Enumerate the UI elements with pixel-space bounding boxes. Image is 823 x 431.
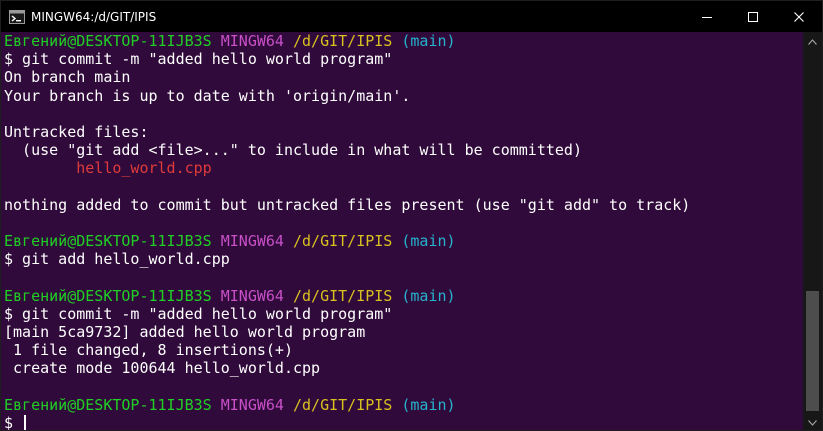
prompt-line: Евгений@DESKTOP-11IJB3S MINGW64 /d/GIT/I… bbox=[2, 287, 803, 305]
scroll-down-button[interactable] bbox=[803, 413, 822, 430]
output-line: 1 file changed, 8 insertions(+) bbox=[4, 341, 293, 360]
prompt-path: /d/GIT/IPIS bbox=[293, 232, 393, 251]
prompt-path: /d/GIT/IPIS bbox=[293, 286, 393, 305]
prompt-line: Евгений@DESKTOP-11IJB3S MINGW64 /d/GIT/I… bbox=[2, 396, 803, 414]
maximize-button[interactable] bbox=[730, 1, 776, 32]
prompt-mingw: MINGW64 bbox=[220, 232, 284, 251]
output-line: $ git commit -m "added hello world progr… bbox=[4, 50, 393, 69]
mingw-app-icon[interactable] bbox=[9, 9, 25, 25]
output-line: $ git commit -m "added hello world progr… bbox=[4, 304, 393, 323]
window-title: MINGW64:/d/GIT/IPIS bbox=[31, 10, 157, 24]
prompt-branch: (main) bbox=[401, 32, 456, 50]
output-line: (use "git add <file>..." to include in w… bbox=[4, 141, 582, 160]
output-line: nothing added to commit but untracked fi… bbox=[4, 195, 691, 214]
prompt-path: /d/GIT/IPIS bbox=[293, 32, 393, 50]
output-line: On branch main bbox=[4, 68, 131, 87]
terminal-window: MINGW64:/d/GIT/IPIS Евгений@DESKTOP-11IJ… bbox=[0, 0, 823, 431]
prompt-symbol: $ bbox=[4, 413, 23, 430]
prompt-branch: (main) bbox=[401, 232, 456, 251]
prompt-path: /d/GIT/IPIS bbox=[293, 395, 393, 414]
minimize-button[interactable] bbox=[684, 1, 730, 32]
terminal-output[interactable]: Евгений@DESKTOP-11IJB3S MINGW64 /d/GIT/I… bbox=[2, 32, 803, 430]
prompt-branch: (main) bbox=[401, 286, 456, 305]
prompt-user-host: Евгений@DESKTOP-11IJB3S bbox=[4, 232, 212, 251]
chevron-down-icon bbox=[808, 413, 817, 431]
output-line: Untracked files: bbox=[4, 122, 149, 141]
maximize-icon bbox=[747, 11, 759, 23]
prompt-mingw: MINGW64 bbox=[220, 32, 284, 50]
prompt-mingw: MINGW64 bbox=[220, 395, 284, 414]
prompt-user-host: Евгений@DESKTOP-11IJB3S bbox=[4, 32, 212, 50]
prompt-user-host: Евгений@DESKTOP-11IJB3S bbox=[4, 395, 212, 414]
untracked-file-line: hello_world.cpp bbox=[4, 159, 212, 178]
prompt-line: Евгений@DESKTOP-11IJB3S MINGW64 /d/GIT/I… bbox=[2, 32, 803, 50]
output-line: [main 5ca9732] added hello world program bbox=[4, 323, 366, 341]
scroll-thumb[interactable] bbox=[806, 291, 819, 411]
minimize-icon bbox=[701, 11, 713, 23]
close-icon bbox=[793, 11, 805, 23]
prompt-mingw: MINGW64 bbox=[220, 286, 284, 305]
output-line: Your branch is up to date with 'origin/m… bbox=[4, 86, 411, 105]
prompt-branch: (main) bbox=[401, 395, 456, 414]
output-line: create mode 100644 hello_world.cpp bbox=[4, 359, 321, 378]
title-bar[interactable]: MINGW64:/d/GIT/IPIS bbox=[1, 1, 822, 32]
output-line: $ git add hello_world.cpp bbox=[4, 250, 230, 269]
prompt-user-host: Евгений@DESKTOP-11IJB3S bbox=[4, 286, 212, 305]
text-cursor bbox=[24, 414, 27, 430]
scroll-up-button[interactable] bbox=[803, 32, 822, 49]
close-button[interactable] bbox=[776, 1, 822, 32]
chevron-up-icon bbox=[808, 32, 817, 50]
vertical-scrollbar[interactable] bbox=[803, 32, 822, 430]
command-input-line[interactable]: $ bbox=[2, 414, 803, 430]
prompt-line: Евгений@DESKTOP-11IJB3S MINGW64 /d/GIT/I… bbox=[2, 232, 803, 250]
